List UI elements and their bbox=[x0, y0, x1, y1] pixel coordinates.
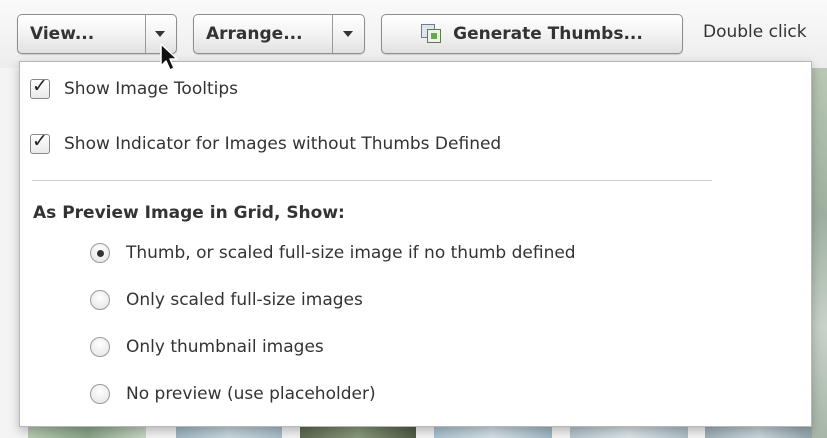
hint-text: Double click bbox=[703, 22, 807, 42]
checkmark-icon: ✓ bbox=[32, 75, 48, 97]
radio-option-label: Thumb, or scaled full-size image if no t… bbox=[126, 243, 576, 263]
mouse-pointer-icon bbox=[160, 43, 178, 71]
image-grid-edge bbox=[812, 68, 827, 438]
radio-option-label: No preview (use placeholder) bbox=[126, 384, 376, 404]
chevron-down-icon bbox=[342, 31, 353, 37]
radio-button[interactable] bbox=[90, 384, 110, 404]
view-dropdown-menu: ✓ Show Image Tooltips ✓ Show Indicator f… bbox=[19, 61, 812, 427]
arrange-dropdown-button[interactable] bbox=[331, 15, 364, 53]
radio-option-label: Only thumbnail images bbox=[126, 337, 324, 357]
radio-button[interactable] bbox=[90, 243, 110, 263]
menu-item-label: Show Image Tooltips bbox=[64, 79, 238, 99]
view-button[interactable]: View... bbox=[18, 24, 94, 44]
show-tooltips-checkbox[interactable]: ✓ bbox=[30, 75, 50, 99]
radio-option-thumbnails-only[interactable]: Only thumbnail images bbox=[90, 337, 324, 357]
arrange-button[interactable]: Arrange... bbox=[194, 24, 303, 44]
radio-option-scaled-only[interactable]: Only scaled full-size images bbox=[90, 290, 363, 310]
radio-button[interactable] bbox=[90, 337, 110, 357]
checkmark-icon: ✓ bbox=[32, 130, 48, 152]
menu-item-show-indicator[interactable]: ✓ Show Indicator for Images without Thum… bbox=[30, 130, 502, 154]
radio-option-no-preview[interactable]: No preview (use placeholder) bbox=[90, 384, 376, 404]
view-split-button: View... bbox=[17, 14, 177, 54]
menu-separator bbox=[32, 180, 712, 181]
chevron-down-icon bbox=[155, 31, 165, 37]
toolbar: View... Arrange... Generate Thumbs... Do… bbox=[0, 0, 827, 68]
thumbnails-icon bbox=[421, 24, 443, 44]
arrange-split-button: Arrange... bbox=[193, 14, 365, 54]
radio-option-label: Only scaled full-size images bbox=[126, 290, 363, 310]
menu-item-label: Show Indicator for Images without Thumbs… bbox=[64, 134, 502, 154]
generate-thumbs-label: Generate Thumbs... bbox=[453, 24, 643, 44]
show-indicator-checkbox[interactable]: ✓ bbox=[30, 130, 50, 154]
menu-item-show-tooltips[interactable]: ✓ Show Image Tooltips bbox=[30, 75, 238, 99]
preview-section-title: As Preview Image in Grid, Show: bbox=[33, 203, 345, 223]
radio-option-thumb-or-scaled[interactable]: Thumb, or scaled full-size image if no t… bbox=[90, 243, 576, 263]
radio-button[interactable] bbox=[90, 290, 110, 310]
generate-thumbs-button[interactable]: Generate Thumbs... bbox=[381, 14, 683, 54]
